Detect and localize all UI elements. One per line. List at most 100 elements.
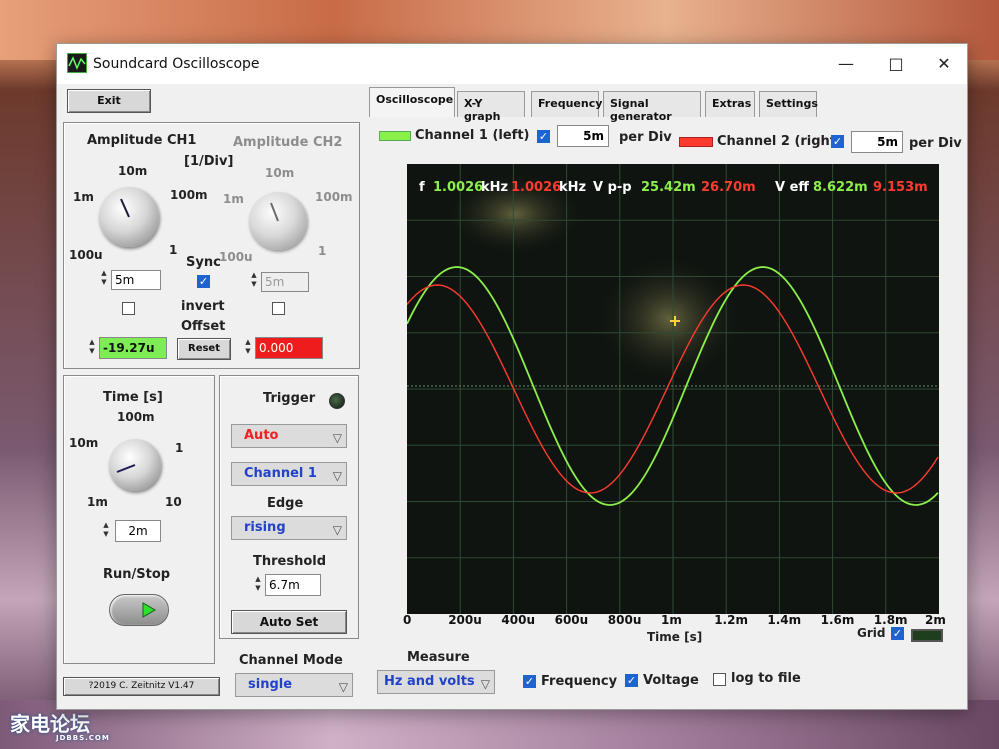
channel2-color-swatch bbox=[679, 137, 713, 147]
grid-checkbox[interactable]: ✓ bbox=[891, 627, 904, 640]
time-input[interactable]: 2m bbox=[115, 520, 161, 542]
ch1-tick-1: 1 bbox=[169, 243, 178, 257]
measure-mode-value: Hz and volts bbox=[384, 674, 475, 689]
amplitude-ch1-label: Amplitude CH1 bbox=[87, 133, 197, 148]
chevron-down-icon: ▽ bbox=[332, 523, 342, 537]
voltage-checkbox[interactable]: ✓ bbox=[625, 674, 638, 687]
offset-ch2-spinner[interactable]: ▲ ▼ bbox=[243, 338, 253, 356]
time-spinner[interactable]: ▲ ▼ bbox=[101, 521, 111, 539]
channel1-color-swatch bbox=[379, 131, 411, 141]
offset-reset-button[interactable]: Reset bbox=[177, 338, 231, 360]
tab-signal-generator[interactable]: Signal generator bbox=[603, 91, 701, 123]
trigger-mode-select[interactable]: Auto ▽ bbox=[231, 424, 347, 448]
tab-xy-graph[interactable]: X-Y graph bbox=[457, 91, 525, 123]
amplitude-ch2-knob[interactable] bbox=[249, 192, 307, 250]
x-axis-tick-label: 2m bbox=[925, 613, 946, 627]
time-tick-1m: 1m bbox=[87, 495, 108, 509]
measure-mode-select[interactable]: Hz and volts ▽ bbox=[377, 670, 495, 694]
amplitude-ch2-label: Amplitude CH2 bbox=[233, 135, 343, 150]
grid-color-swatch[interactable] bbox=[911, 629, 943, 642]
ch2-tick-1m: 1m bbox=[223, 192, 244, 206]
tab-settings[interactable]: Settings bbox=[759, 91, 818, 117]
ch2-tick-100m: 100m bbox=[315, 190, 353, 204]
chevron-down-icon: ▽ bbox=[332, 431, 342, 445]
vpp-label: V p-p bbox=[593, 180, 632, 195]
channel2-enable-checkbox[interactable]: ✓ bbox=[831, 135, 844, 148]
ch2-tick-1: 1 bbox=[318, 244, 327, 258]
trigger-edge-select[interactable]: rising ▽ bbox=[231, 516, 347, 540]
channel-mode-value: single bbox=[248, 677, 293, 692]
freq-ch1-value: 1.0026 bbox=[433, 180, 484, 195]
tab-oscilloscope[interactable]: Oscilloscope bbox=[369, 87, 455, 117]
div-unit-label: [1/Div] bbox=[184, 154, 234, 169]
x-axis-tick-label: 800u bbox=[607, 613, 642, 627]
close-button[interactable]: ✕ bbox=[929, 52, 959, 76]
x-axis-tick-label: 1.2m bbox=[714, 613, 748, 627]
trigger-label: Trigger bbox=[263, 391, 316, 406]
sync-checkbox[interactable]: ✓ bbox=[197, 275, 210, 288]
ch1-amplitude-spinner[interactable]: ▲ ▼ bbox=[99, 269, 109, 287]
tab-frequency[interactable]: Frequency bbox=[531, 91, 602, 117]
runstop-label: Run/Stop bbox=[103, 567, 171, 582]
voltage-label: Voltage bbox=[643, 673, 699, 688]
amplitude-ch1-knob[interactable] bbox=[99, 187, 159, 247]
frequency-checkbox[interactable]: ✓ bbox=[523, 675, 536, 688]
runstop-button[interactable] bbox=[109, 594, 169, 626]
offset-ch2-input[interactable]: 0.000 bbox=[255, 337, 323, 359]
oscilloscope-window: Soundcard Oscilloscope — □ ✕ Exit Amplit… bbox=[56, 43, 968, 710]
channel1-per-div-label: per Div bbox=[619, 130, 672, 145]
play-icon bbox=[142, 602, 156, 618]
channel-mode-select[interactable]: single ▽ bbox=[235, 673, 353, 697]
app-icon bbox=[67, 53, 87, 73]
threshold-label: Threshold bbox=[253, 554, 327, 569]
x-axis-tick-label: 200u bbox=[448, 613, 482, 627]
channel2-div-input[interactable]: 5m bbox=[851, 131, 903, 153]
channel1-enable-checkbox[interactable]: ✓ bbox=[537, 130, 550, 143]
ch2-amplitude-spinner[interactable]: ▲ ▼ bbox=[249, 271, 259, 289]
veff-ch1-value: 8.622m bbox=[813, 180, 868, 195]
ch2-tick-100u: 100u bbox=[219, 250, 253, 264]
maximize-button[interactable]: □ bbox=[881, 52, 911, 76]
time-knob[interactable] bbox=[109, 439, 161, 491]
log-to-file-checkbox[interactable] bbox=[713, 673, 726, 686]
ch2-tick-10m: 10m bbox=[265, 166, 295, 180]
ch2-amplitude-input[interactable]: 5m bbox=[261, 272, 309, 292]
log-to-file-label: log to file bbox=[731, 671, 801, 686]
threshold-input[interactable]: 6.7m bbox=[265, 574, 321, 596]
offset-ch1-input[interactable]: -19.27u bbox=[99, 337, 167, 359]
freq-unit-1: kHz bbox=[481, 180, 509, 195]
invert-ch2-checkbox[interactable] bbox=[272, 302, 285, 315]
time-label: Time [s] bbox=[103, 390, 163, 405]
exit-button[interactable]: Exit bbox=[67, 89, 151, 113]
threshold-spinner[interactable]: ▲ ▼ bbox=[253, 575, 263, 593]
edge-label: Edge bbox=[267, 496, 304, 511]
ch1-amplitude-input[interactable]: 5m bbox=[111, 270, 161, 290]
freq-ch2-value: 1.0026 bbox=[511, 180, 562, 195]
scope-plot bbox=[407, 164, 939, 614]
chevron-down-icon: ▽ bbox=[480, 677, 490, 691]
trigger-channel-select[interactable]: Channel 1 ▽ bbox=[231, 462, 347, 486]
x-axis-tick-label: 1.6m bbox=[820, 613, 855, 627]
vpp-ch2-value: 26.70m bbox=[701, 180, 756, 195]
trigger-edge-value: rising bbox=[244, 520, 286, 535]
channel1-div-input[interactable]: 5m bbox=[557, 125, 609, 147]
watermark-logo: 家电论坛 JDBBS.COM bbox=[10, 708, 110, 742]
channel-mode-label: Channel Mode bbox=[239, 653, 343, 668]
channel2-label: Channel 2 (right) bbox=[717, 134, 842, 149]
tab-extras[interactable]: Extras bbox=[705, 91, 755, 117]
copyright-label: ?2019 C. Zeitnitz V1.47 bbox=[63, 677, 220, 696]
sync-label: Sync bbox=[186, 255, 221, 270]
freq-unit-2: kHz bbox=[559, 180, 587, 195]
frequency-label: Frequency bbox=[541, 674, 618, 689]
offset-ch1-spinner[interactable]: ▲ ▼ bbox=[87, 338, 97, 356]
x-axis-tick-label: 0 bbox=[403, 613, 412, 627]
ch1-tick-100m: 100m bbox=[170, 188, 208, 202]
oscilloscope-display[interactable]: f 1.0026 kHz 1.0026 kHz V p-p 25.42m 26.… bbox=[407, 164, 939, 614]
minimize-button[interactable]: — bbox=[831, 52, 861, 76]
invert-ch1-checkbox[interactable] bbox=[122, 302, 135, 315]
autoset-button[interactable]: Auto Set bbox=[231, 610, 347, 634]
ch1-tick-100u: 100u bbox=[69, 248, 103, 262]
title-bar: Soundcard Oscilloscope — □ ✕ bbox=[57, 44, 967, 84]
channel2-per-div-label: per Div bbox=[909, 136, 962, 151]
trigger-mode-value: Auto bbox=[244, 428, 279, 443]
